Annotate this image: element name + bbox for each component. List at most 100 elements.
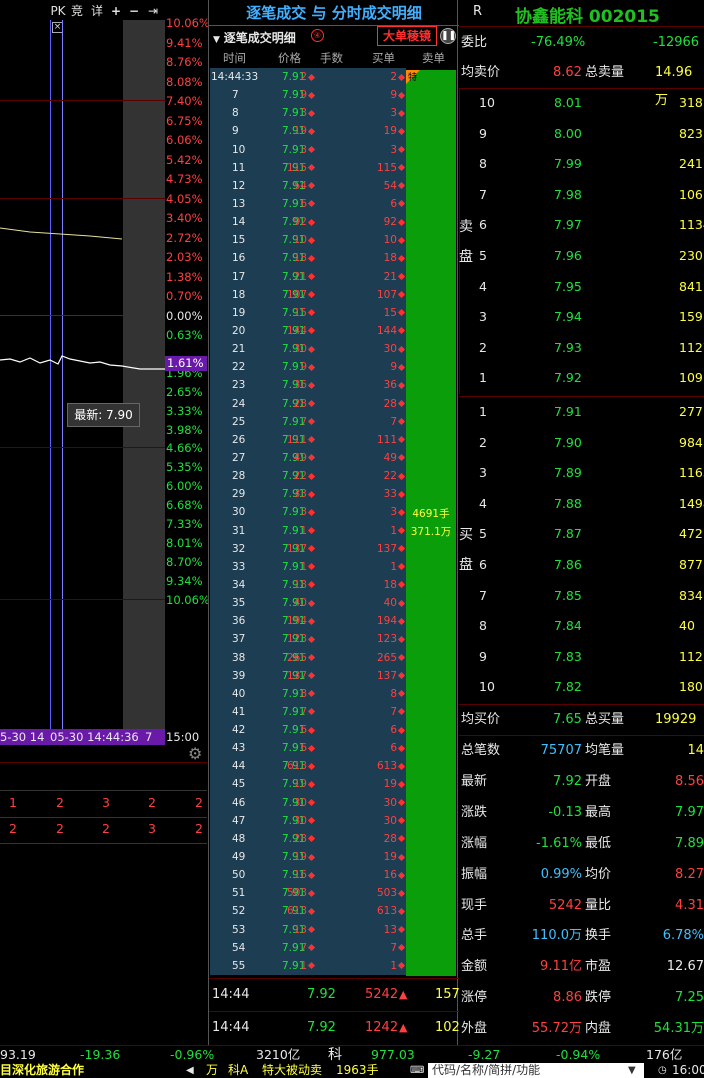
tick-row[interactable]: 39 7.91 137 137 bbox=[210, 666, 406, 685]
zoom-in-icon[interactable]: + bbox=[108, 2, 124, 20]
sell-total-hands: 4691手 bbox=[412, 508, 450, 520]
tick-row[interactable]: 7 7.91 9 9 bbox=[210, 86, 406, 105]
tick-row[interactable]: 34 7.91 18 18 bbox=[210, 575, 406, 595]
tick-row[interactable]: 13 7.91 6 6 bbox=[210, 194, 406, 214]
tick-row[interactable]: 23 7.91 36 36 bbox=[210, 376, 406, 395]
tick-row[interactable]: 51 7.91 503 503 bbox=[210, 884, 406, 903]
tick-row[interactable]: 54 7.91 7 7 bbox=[210, 938, 406, 957]
tick-row[interactable]: 22 7.91 9 9 bbox=[210, 358, 406, 377]
stat-label: 涨停 bbox=[461, 990, 488, 1006]
grid-line bbox=[0, 100, 165, 101]
tick-row[interactable]: 33 7.91 1 1 bbox=[210, 557, 406, 576]
auction-button[interactable]: 竞 bbox=[68, 2, 86, 20]
ke-label: 科 bbox=[328, 1047, 342, 1063]
pct-label-up: 4.73% bbox=[166, 172, 203, 186]
tick-row[interactable]: 8 7.91 3 3 bbox=[210, 104, 406, 123]
tick-row[interactable]: 36 7.91 194 194 bbox=[210, 612, 406, 631]
zoom-out-icon[interactable]: − bbox=[126, 2, 142, 20]
pk-button[interactable]: PK bbox=[50, 2, 66, 20]
tick-row[interactable]: 17 7.91 21 21 bbox=[210, 267, 406, 286]
arrow-right-icon[interactable]: ⇥ bbox=[144, 2, 162, 20]
tick-row[interactable]: 28 7.91 22 22 bbox=[210, 467, 406, 486]
tick-row[interactable]: 31 7.91 1 1 bbox=[210, 521, 406, 540]
stat-label: 外盘 bbox=[461, 1021, 488, 1037]
tick-buy-value: 19 bbox=[383, 125, 397, 138]
bid-row: 1 7.91 277 bbox=[459, 397, 704, 427]
settings-gear-icon[interactable]: ⚙ bbox=[188, 744, 202, 763]
tick-row[interactable]: 18 7.91 107 107 bbox=[210, 285, 406, 304]
tick-buy-value: 30 bbox=[383, 796, 397, 809]
buy-diamond-icon bbox=[397, 254, 406, 262]
tick-row[interactable]: 21 7.91 30 30 bbox=[210, 340, 406, 359]
tick-row[interactable]: 10 7.91 3 3 bbox=[210, 140, 406, 159]
tick-time: 36 bbox=[232, 615, 246, 628]
pause-icon[interactable]: ❚❚ bbox=[440, 28, 456, 44]
info-icon[interactable]: ④ bbox=[311, 29, 324, 42]
tick-buy-value: 18 bbox=[383, 578, 397, 591]
tick-row[interactable]: 26 7.91 111 111 bbox=[210, 430, 406, 449]
tick-row[interactable]: 35 7.91 40 40 bbox=[210, 594, 406, 613]
tick-row[interactable]: 14 7.91 92 92 bbox=[210, 213, 406, 232]
tick-row[interactable]: 44 7.91 613 613 bbox=[210, 757, 406, 776]
tick-hands-value: 40 bbox=[293, 597, 307, 610]
tick-buy-value: 3 bbox=[390, 506, 397, 519]
chevron-down-icon[interactable]: ▼ bbox=[628, 1063, 636, 1078]
tick-row[interactable]: 29 7.91 33 33 bbox=[210, 485, 406, 504]
tick-row[interactable]: 14:44:33 7.91 2 2 bbox=[210, 68, 406, 87]
keyboard-icon[interactable]: ⌨ bbox=[410, 1063, 424, 1078]
level-volume: 834 bbox=[679, 587, 703, 603]
buy-diamond-icon bbox=[397, 182, 406, 190]
speaker-icon[interactable]: ◀ bbox=[186, 1063, 194, 1078]
tick-row[interactable]: 32 7.91 137 137 bbox=[210, 539, 406, 558]
tick-row[interactable]: 40 7.91 8 8 bbox=[210, 684, 406, 703]
tick-row[interactable]: 53 7.91 13 13 bbox=[210, 920, 406, 939]
detail-button[interactable]: 详 bbox=[88, 2, 106, 20]
tick-row[interactable]: 42 7.91 6 6 bbox=[210, 721, 406, 740]
tick-row[interactable]: 41 7.91 7 7 bbox=[210, 702, 406, 722]
tick-hands-value: 137 bbox=[286, 669, 307, 682]
tick-row[interactable]: 16 7.91 18 18 bbox=[210, 249, 406, 268]
weibi-pct: -76.49% bbox=[531, 35, 586, 50]
tick-row[interactable]: 9 7.91 19 19 bbox=[210, 122, 406, 141]
mode-dropdown-label: 逐笔成交明细 bbox=[223, 31, 296, 45]
tick-row[interactable]: 38 7.91 265 265 bbox=[210, 648, 406, 667]
tick-row[interactable]: 27 7.91 49 49 bbox=[210, 448, 406, 468]
tick-row[interactable]: 49 7.91 19 19 bbox=[210, 848, 406, 867]
tick-row[interactable]: 37 7.91 123 123 bbox=[210, 630, 406, 649]
tick-row[interactable]: 12 7.91 54 54 bbox=[210, 176, 406, 195]
tick-row[interactable]: 52 7.91 613 613 bbox=[210, 902, 406, 921]
tick-hands-value: 144 bbox=[286, 324, 307, 337]
tick-row[interactable]: 11 7.91 115 115 bbox=[210, 158, 406, 177]
stat-value: 0.99% bbox=[540, 866, 582, 882]
tick-hands: 107 bbox=[287, 286, 316, 304]
tick-list[interactable]: 14:44:33 7.91 2 2 7 7.91 9 9 8 7.91 3 3 9 7.91 19 19 10 7… bbox=[210, 68, 406, 976]
tick-time: 41 bbox=[232, 705, 246, 718]
mode-dropdown[interactable]: ▼ 逐笔成交明细 bbox=[213, 29, 296, 46]
buy-diamond-icon bbox=[307, 381, 316, 389]
big-order-button[interactable]: 大单稜镜 bbox=[377, 26, 437, 46]
search-input[interactable]: 代码/名称/简拼/功能 bbox=[428, 1063, 644, 1078]
tick-row[interactable]: 43 7.91 6 6 bbox=[210, 739, 406, 758]
tick-row[interactable]: 19 7.91 15 15 bbox=[210, 303, 406, 322]
tick-buy: 54 bbox=[384, 177, 406, 195]
alert-stock[interactable]: 科A bbox=[228, 1063, 248, 1078]
tick-row[interactable]: 24 7.91 28 28 bbox=[210, 394, 406, 413]
news-scroll[interactable]: 目深化旅游合作 bbox=[0, 1063, 84, 1078]
tick-row[interactable]: 15 7.91 10 10 bbox=[210, 231, 406, 250]
buy-diamond-icon bbox=[397, 762, 406, 770]
intraday-chart[interactable]: PK 竞 详 + − ⇥ × 10.06% 9.41% 8.76% 8.08% 7.40… bbox=[0, 0, 210, 844]
tick-hands-value: 7 bbox=[300, 415, 307, 428]
tick-row[interactable]: 46 7.91 30 30 bbox=[210, 793, 406, 812]
index-ticker[interactable]: 93.19 -19.36 -0.96% 3210亿 科 977.03 -9.27… bbox=[0, 1045, 704, 1063]
tick-row[interactable]: 30 7.91 3 3 bbox=[210, 503, 406, 522]
tick-row[interactable]: 20 7.91 144 144 bbox=[210, 321, 406, 341]
tick-row[interactable]: 25 7.91 7 7 bbox=[210, 412, 406, 431]
tick-row[interactable]: 55 7.91 1 1 bbox=[210, 956, 406, 976]
tick-row[interactable]: 47 7.91 30 30 bbox=[210, 811, 406, 830]
tick-row[interactable]: 45 7.91 19 19 bbox=[210, 775, 406, 794]
tick-row[interactable]: 50 7.91 16 16 bbox=[210, 866, 406, 885]
alert-qty: 1963手 bbox=[336, 1063, 379, 1077]
tick-row[interactable]: 48 7.91 28 28 bbox=[210, 829, 406, 849]
level-volume: 318 bbox=[679, 95, 703, 110]
buy-diamond-icon bbox=[397, 599, 406, 607]
